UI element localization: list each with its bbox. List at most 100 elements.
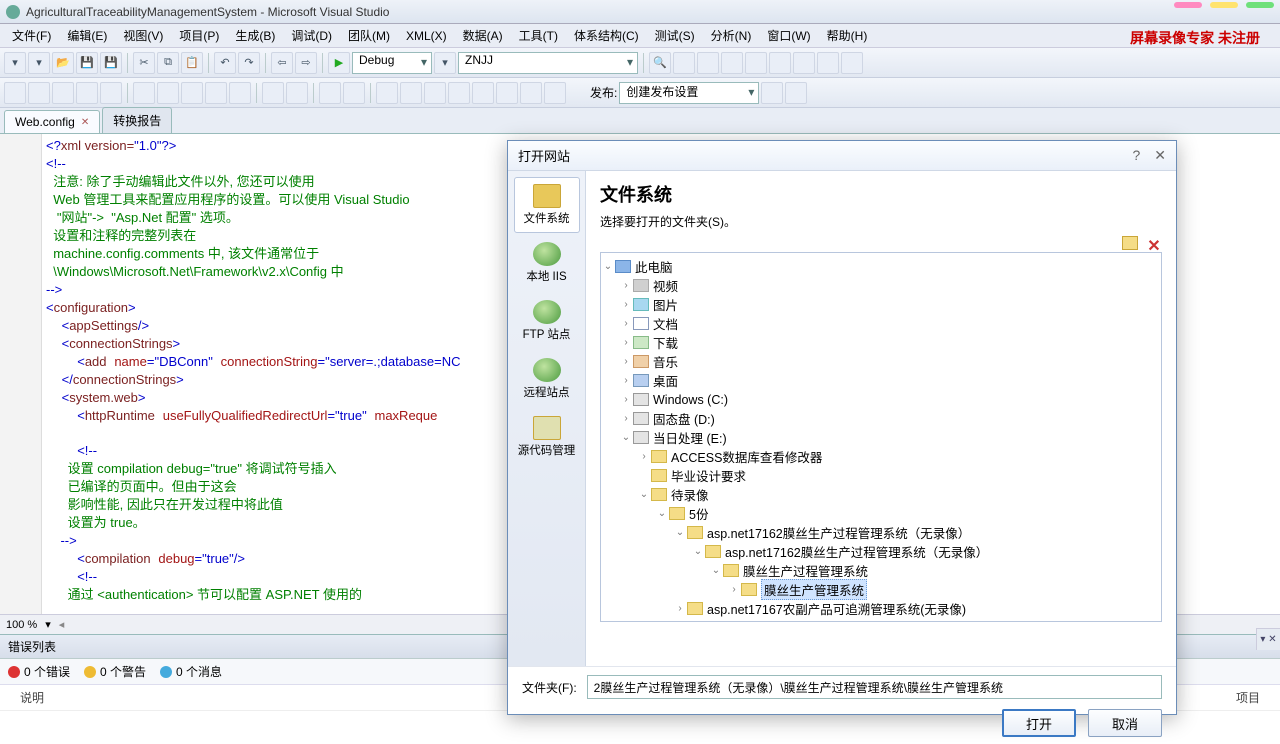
help-icon[interactable]: ?: [1132, 147, 1140, 164]
tree-node-music[interactable]: ›音乐: [601, 352, 1161, 371]
tree-node-e-drive[interactable]: ⌄当日处理 (E:): [601, 428, 1161, 447]
comment-button[interactable]: [319, 82, 341, 104]
nav-back-button[interactable]: ⇦: [271, 52, 293, 74]
tree-node-d-drive[interactable]: ›固态盘 (D:): [601, 409, 1161, 428]
folder-tree[interactable]: ⌄此电脑 ›视频 ›图片 ›文档 ›下载 ›音乐 ›桌面 ›Windows (C…: [600, 252, 1162, 622]
menu-arch[interactable]: 体系结构(C): [566, 25, 647, 46]
menu-edit[interactable]: 编辑(E): [59, 25, 115, 46]
tree-node-rec[interactable]: ⌄待录像: [601, 485, 1161, 504]
messages-filter[interactable]: 0 个消息: [160, 663, 222, 680]
menu-xml[interactable]: XML(X): [398, 27, 455, 45]
tb-ext2[interactable]: [697, 52, 719, 74]
tool-b5[interactable]: [229, 82, 251, 104]
menu-file[interactable]: 文件(F): [4, 25, 59, 46]
menu-tools[interactable]: 工具(T): [511, 25, 566, 46]
menu-data[interactable]: 数据(A): [455, 25, 511, 46]
menu-view[interactable]: 视图(V): [115, 25, 171, 46]
redo-button[interactable]: ↷: [238, 52, 260, 74]
menu-help[interactable]: 帮助(H): [819, 25, 876, 46]
tree-node-pictures[interactable]: ›图片: [601, 295, 1161, 314]
tree-node-desktop[interactable]: ›桌面: [601, 371, 1161, 390]
publish-settings-button[interactable]: [785, 82, 807, 104]
tb-ext7[interactable]: [817, 52, 839, 74]
menu-build[interactable]: 生成(B): [227, 25, 283, 46]
open-button[interactable]: 打开: [1002, 709, 1076, 737]
tree-node-17167[interactable]: ›asp.net17167农副产品可追溯管理系统(无录像): [601, 599, 1161, 618]
delete-icon[interactable]: ✕: [1146, 236, 1162, 250]
sidebar-item-filesystem[interactable]: 文件系统: [514, 177, 580, 233]
tb-ext5[interactable]: [769, 52, 791, 74]
tree-node-5[interactable]: ⌄5份: [601, 504, 1161, 523]
open-button[interactable]: 📂: [52, 52, 74, 74]
folder-path-input[interactable]: [587, 675, 1162, 699]
tool-c4[interactable]: [448, 82, 470, 104]
tool-c6[interactable]: [496, 82, 518, 104]
tree-node-req[interactable]: 毕业设计要求: [601, 466, 1161, 485]
tool-b3[interactable]: [181, 82, 203, 104]
menu-test[interactable]: 测试(S): [647, 25, 703, 46]
tree-node-videos[interactable]: ›视频: [601, 276, 1161, 295]
tree-node-docs[interactable]: ›文档: [601, 314, 1161, 333]
tool-c8[interactable]: [544, 82, 566, 104]
cut-button[interactable]: ✂: [133, 52, 155, 74]
tree-node-downloads[interactable]: ›下载: [601, 333, 1161, 352]
tool-c1[interactable]: [376, 82, 398, 104]
platform-combo[interactable]: ZNJJ: [458, 52, 638, 74]
sidebar-item-source[interactable]: 源代码管理: [514, 409, 580, 465]
zoom-level[interactable]: 100 %: [6, 619, 37, 631]
sidebar-item-remote[interactable]: 远程站点: [514, 351, 580, 407]
tool-b4[interactable]: [205, 82, 227, 104]
dialog-title-bar[interactable]: 打开网站 ? ✕: [508, 141, 1176, 171]
tree-node-mgmt[interactable]: ⌄膜丝生产过程管理系统: [601, 561, 1161, 580]
tool-a5[interactable]: [100, 82, 122, 104]
tb-ext6[interactable]: [793, 52, 815, 74]
tb-ext1[interactable]: [673, 52, 695, 74]
browse-button[interactable]: ▾: [434, 52, 456, 74]
sidebar-item-iis[interactable]: 本地 IIS: [514, 235, 580, 291]
tb-ext8[interactable]: [841, 52, 863, 74]
find-button[interactable]: 🔍: [649, 52, 671, 74]
publish-combo[interactable]: 创建发布设置: [619, 82, 759, 104]
paste-button[interactable]: 📋: [181, 52, 203, 74]
config-combo[interactable]: Debug: [352, 52, 432, 74]
tb-ext3[interactable]: [721, 52, 743, 74]
tree-node-c-drive[interactable]: ›Windows (C:): [601, 390, 1161, 409]
tree-node-17168[interactable]: ›asp.net17168学生成绩教务管理系统（无录像）: [601, 618, 1161, 622]
menu-team[interactable]: 团队(M): [340, 25, 398, 46]
copy-button[interactable]: ⧉: [157, 52, 179, 74]
add-item-button[interactable]: ▾: [28, 52, 50, 74]
new-project-button[interactable]: ▾: [4, 52, 26, 74]
undo-button[interactable]: ↶: [214, 52, 236, 74]
scroll-left-icon[interactable]: ◂: [59, 618, 65, 631]
tree-node-access[interactable]: ›ACCESS数据库查看修改器: [601, 447, 1161, 466]
tool-c2[interactable]: [400, 82, 422, 104]
uncomment-button[interactable]: [343, 82, 365, 104]
publish-button[interactable]: [761, 82, 783, 104]
cancel-button[interactable]: 取消: [1088, 709, 1162, 737]
sidebar-item-ftp[interactable]: FTP 站点: [514, 293, 580, 349]
warnings-filter[interactable]: 0 个警告: [84, 663, 146, 680]
tool-b2[interactable]: [157, 82, 179, 104]
start-debug-button[interactable]: ▶: [328, 52, 350, 74]
errors-filter[interactable]: 0 个错误: [8, 663, 70, 680]
tool-c7[interactable]: [520, 82, 542, 104]
menu-window[interactable]: 窗口(W): [759, 25, 818, 46]
indent-dec-button[interactable]: [262, 82, 284, 104]
tool-a4[interactable]: [76, 82, 98, 104]
save-button[interactable]: 💾: [76, 52, 98, 74]
tab-report[interactable]: 转换报告: [102, 107, 172, 133]
tool-c5[interactable]: [472, 82, 494, 104]
menu-project[interactable]: 项目(P): [171, 25, 227, 46]
col-project[interactable]: 项目: [1236, 689, 1260, 706]
tool-a3[interactable]: [52, 82, 74, 104]
close-icon[interactable]: ✕: [81, 117, 89, 128]
tree-node-pc[interactable]: ⌄此电脑: [601, 257, 1161, 276]
nav-fwd-button[interactable]: ⇨: [295, 52, 317, 74]
menu-analyze[interactable]: 分析(N): [703, 25, 760, 46]
tree-node-17162b[interactable]: ⌄asp.net17162膜丝生产过程管理系统（无录像）: [601, 542, 1161, 561]
tab-webconfig[interactable]: Web.config ✕: [4, 110, 100, 133]
close-icon[interactable]: ✕: [1154, 147, 1166, 164]
tool-c3[interactable]: [424, 82, 446, 104]
menu-debug[interactable]: 调试(D): [283, 25, 340, 46]
save-all-button[interactable]: 💾: [100, 52, 122, 74]
